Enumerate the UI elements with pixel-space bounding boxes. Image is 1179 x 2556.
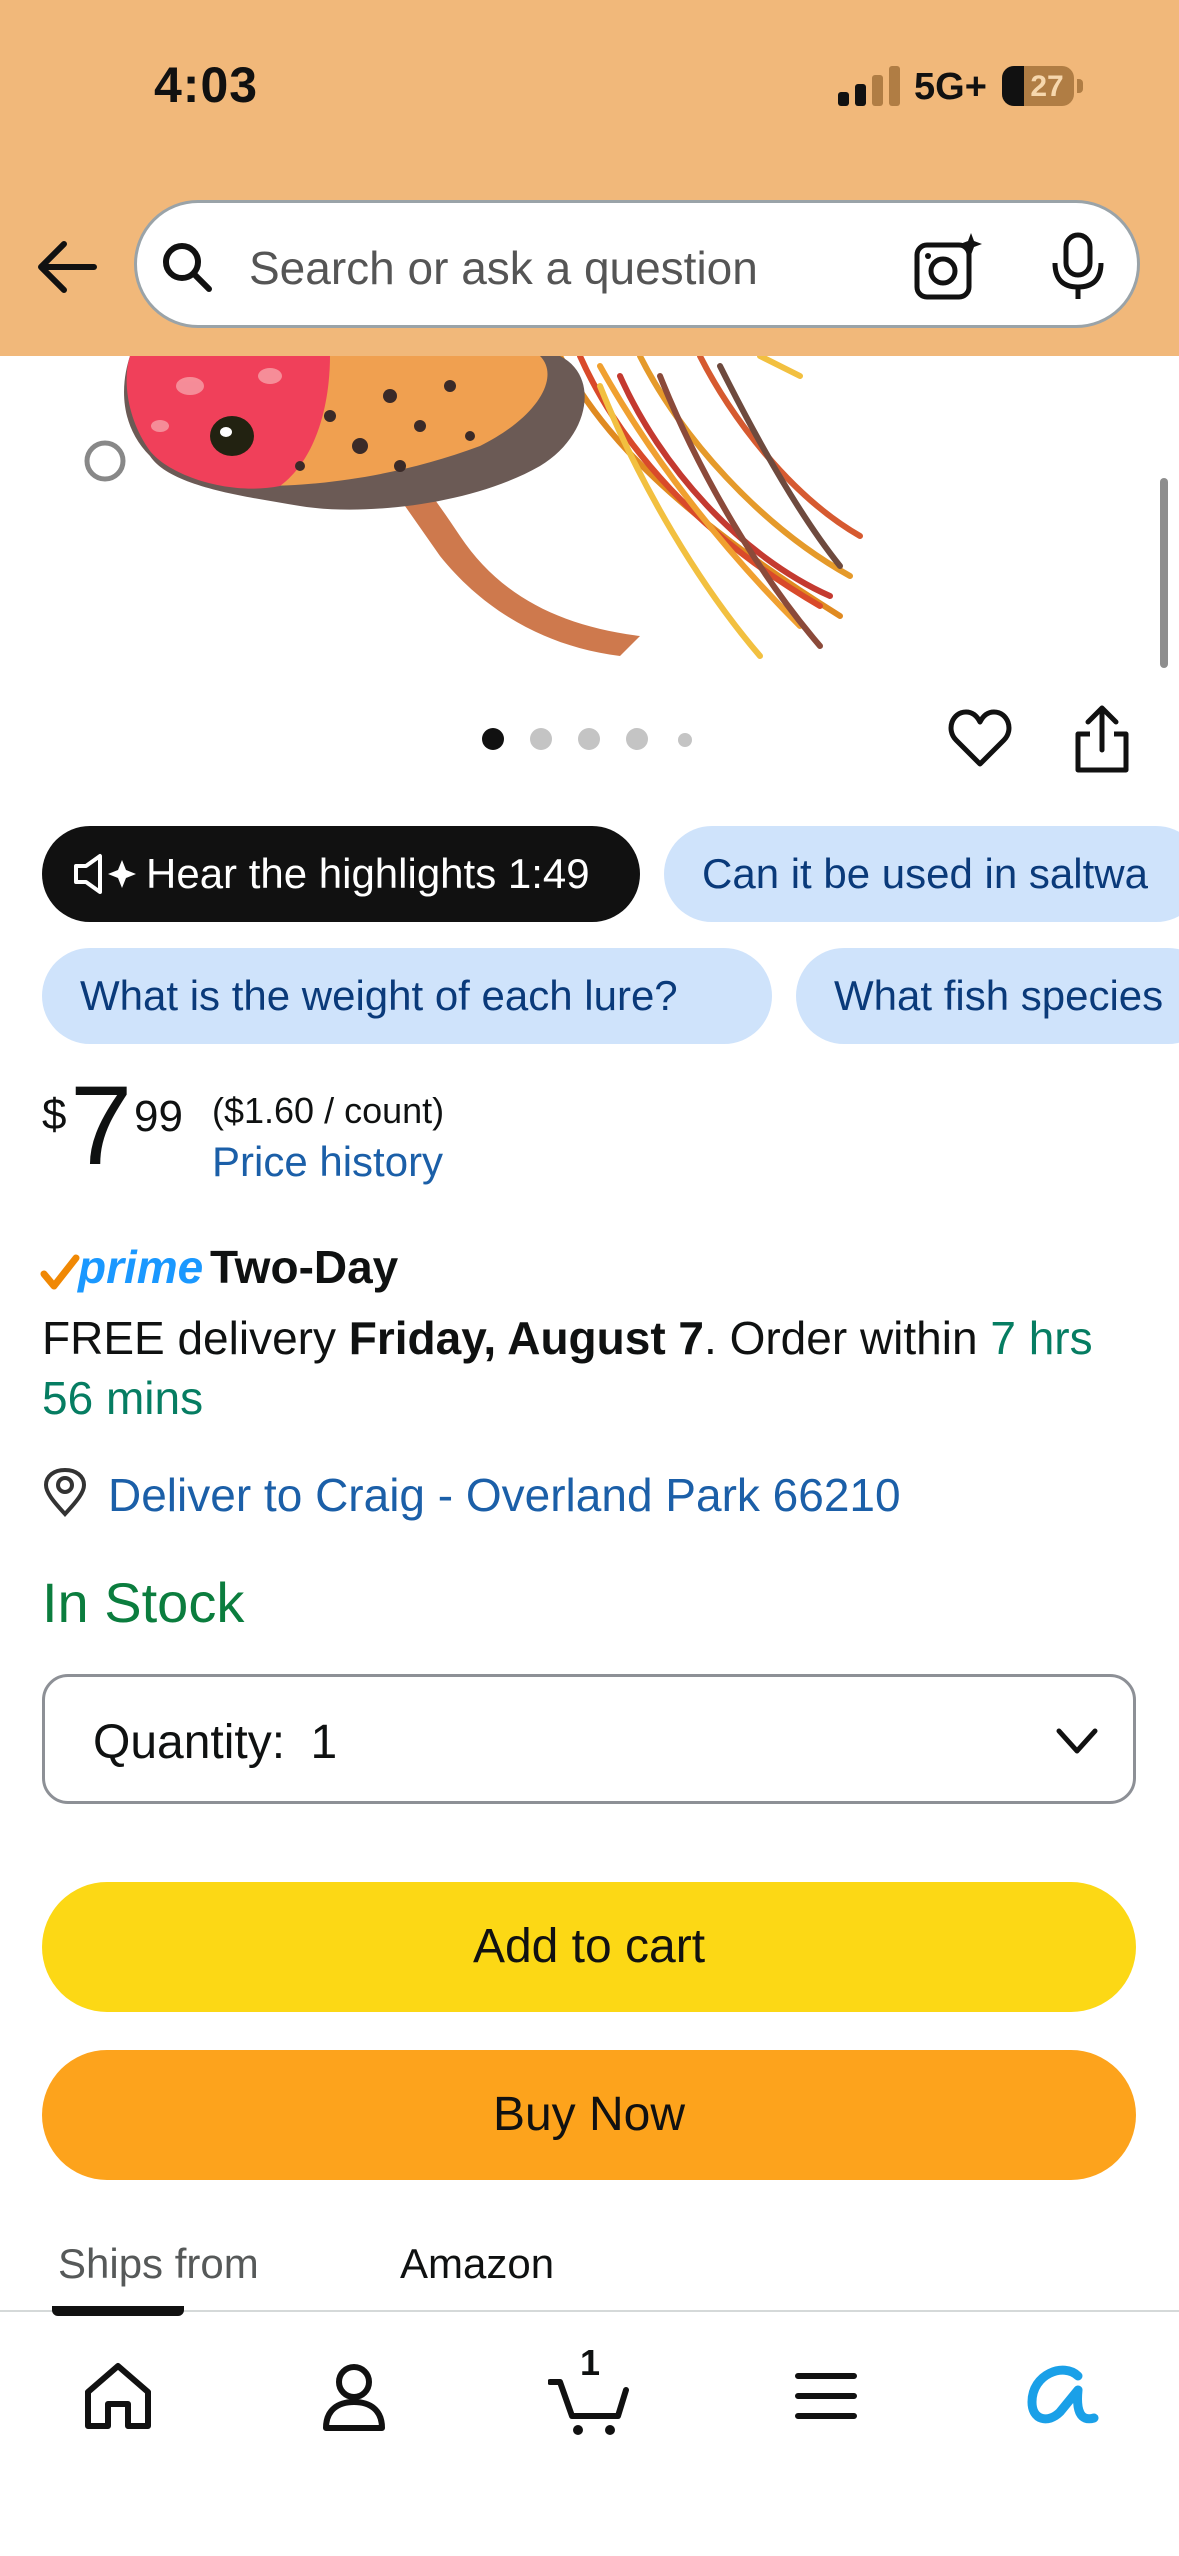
location-pin-icon [43,1468,87,1517]
unit-price: ($1.60 / count) [212,1090,445,1131]
price-fraction: 99 [134,1092,183,1141]
speaker-sparkle-icon [74,854,136,894]
page-scrollbar[interactable] [1160,478,1168,668]
header: 4:03 5G+ 27 Search or ask a question [0,0,1179,356]
battery-level: 27 [1030,70,1064,103]
search-bar[interactable]: Search or ask a question [134,200,1140,328]
buy-now-button[interactable]: Buy Now [42,2050,1136,2180]
account-icon[interactable] [312,2354,396,2438]
battery-icon: 27 [1002,66,1083,106]
search-input[interactable]: Search or ask a question [249,241,758,295]
prime-check-icon [40,1254,80,1290]
pagination-dot-2[interactable] [530,728,552,750]
quantity-label: Quantity: [93,1716,286,1769]
product-image[interactable] [0,356,1179,676]
pagination-dot-4[interactable] [626,728,648,750]
question-chip-fish-species[interactable]: What fish species [796,948,1179,1044]
frog-lure-image [84,356,863,659]
home-icon[interactable] [76,2354,160,2438]
chevron-down-icon [1056,1728,1098,1754]
stock-status: In Stock [42,1571,245,1634]
quantity-value: 1 [310,1716,338,1769]
question-chip-saltwater[interactable]: Can it be used in saltwa [664,826,1179,922]
status-time: 4:03 [154,57,259,113]
heart-icon[interactable] [948,708,1012,768]
quantity-select[interactable]: Quantity: 1 [42,1674,1136,1804]
menu-icon[interactable] [784,2354,868,2438]
delivery-info: FREE delivery Friday, August 7. Order wi… [42,1308,1152,1428]
price-currency: $ [42,1090,67,1139]
hear-highlights-chip[interactable]: Hear the highlights 1:49 [42,826,640,922]
prime-two-day: Two-Day [210,1241,399,1293]
question-chip-label: Can it be used in saltwa [702,850,1148,897]
cart-nav[interactable]: 1 [547,2342,632,2438]
prime-logo: prime [78,1241,204,1293]
question-chip-weight[interactable]: What is the weight of each lure? [42,948,772,1044]
question-chip-label: What fish species [834,972,1164,1019]
hear-highlights-label: Hear the highlights 1:49 [146,850,590,897]
price-whole: 7 [70,1063,133,1188]
rufus-assistant-icon[interactable] [1018,2354,1102,2438]
add-to-cart-button[interactable]: Add to cart [42,1882,1136,2012]
price-history-link[interactable]: Price history [212,1138,443,1186]
pagination-dot-3[interactable] [578,728,600,750]
ships-from-label: Ships from [58,2240,259,2287]
camera-lens-icon[interactable] [913,231,983,301]
share-icon[interactable] [1070,704,1134,774]
back-arrow-icon[interactable] [34,234,100,300]
microphone-icon[interactable] [1049,231,1107,301]
question-chip-label: What is the weight of each lure? [80,972,678,1019]
ships-from-value: Amazon [400,2240,555,2287]
deliver-to-link[interactable]: Deliver to Craig - Overland Park 66210 [108,1468,901,1522]
cellular-signal-icon [838,66,900,106]
pagination-dot-1[interactable] [482,728,504,750]
bottom-navigation: 1 [0,2306,1179,2556]
pagination-dot-5[interactable] [678,733,692,747]
quantity-text: Quantity: 1 [93,1715,337,1770]
active-tab-indicator [52,2306,184,2316]
delivery-middle: . Order within [704,1312,991,1364]
delivery-prefix: FREE delivery [42,1312,349,1364]
search-icon [163,243,212,292]
delivery-date: Friday, August 7 [348,1312,705,1364]
cart-count: 1 [580,2342,601,2383]
network-type: 5G+ [914,66,987,108]
